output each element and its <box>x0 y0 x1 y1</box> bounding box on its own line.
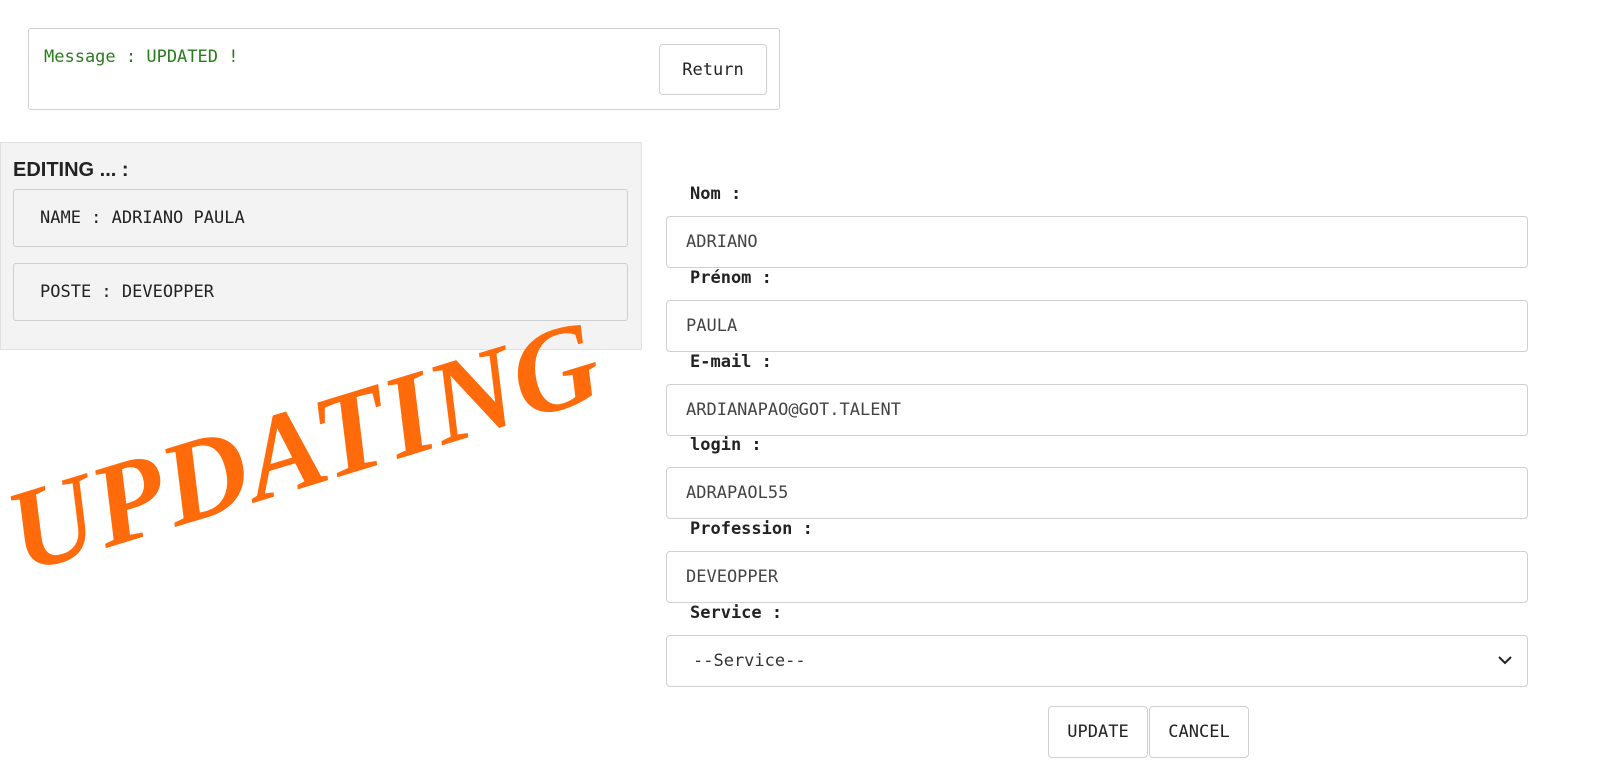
status-message: Message : UPDATED ! <box>44 47 239 67</box>
update-button[interactable]: UPDATE <box>1048 706 1148 758</box>
profession-input[interactable] <box>666 551 1528 603</box>
email-label: E-mail : <box>690 352 772 372</box>
prenom-input[interactable] <box>666 300 1528 352</box>
editing-title: EDITING ... : <box>13 159 129 181</box>
name-line: NAME : ADRIANO PAULA <box>40 208 245 228</box>
profession-label: Profession : <box>690 519 813 539</box>
login-label: login : <box>690 435 762 455</box>
return-button[interactable]: Return <box>659 44 767 95</box>
email-input[interactable] <box>666 384 1528 436</box>
nom-label: Nom : <box>690 184 742 204</box>
name-card: NAME : ADRIANO PAULA <box>13 189 628 247</box>
nom-input[interactable] <box>666 216 1528 268</box>
poste-line: POSTE : DEVEOPPER <box>40 282 214 302</box>
service-selected-value: --Service-- <box>693 651 806 671</box>
cancel-button[interactable]: CANCEL <box>1149 706 1249 758</box>
prenom-label: Prénom : <box>690 268 772 288</box>
message-panel: Message : UPDATED ! Return <box>28 28 780 110</box>
service-label: Service : <box>690 603 783 623</box>
login-input[interactable] <box>666 467 1528 519</box>
service-select[interactable]: --Service-- <box>666 635 1528 687</box>
chevron-down-icon <box>1498 656 1512 665</box>
